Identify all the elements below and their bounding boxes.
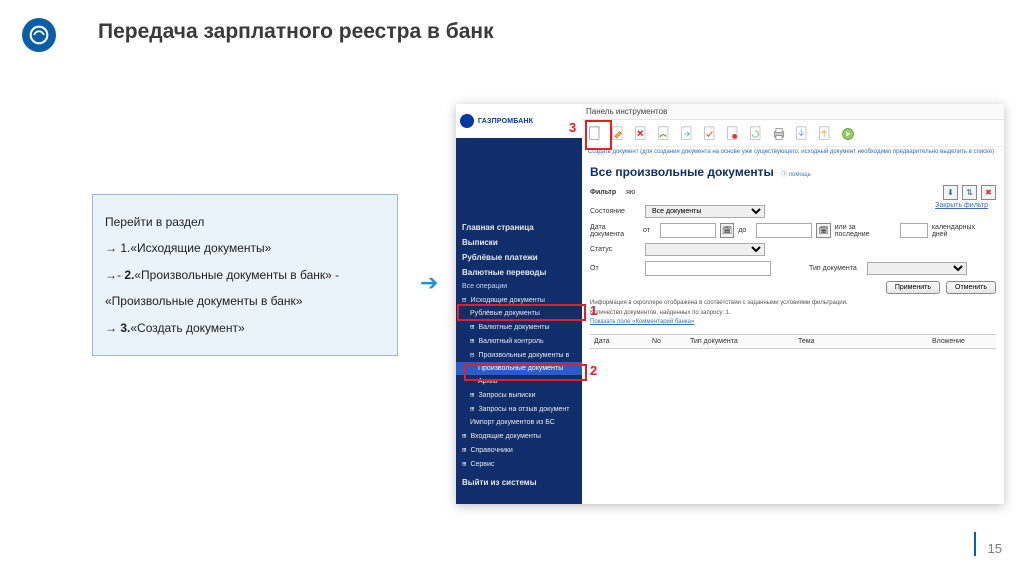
col-date[interactable]: Дата xyxy=(590,335,648,348)
date-to-picker-icon[interactable]: 🗓 xyxy=(816,223,830,238)
nav-archive[interactable]: Архив xyxy=(456,375,582,388)
nav-statements[interactable]: Выписки xyxy=(456,235,582,250)
from-label: От xyxy=(590,265,635,272)
app-screenshot: ГАЗПРОМБАНК Главная страница Выписки Руб… xyxy=(456,104,1004,504)
filter-name: яю xyxy=(626,189,656,196)
toolbar-edit-icon[interactable] xyxy=(609,124,626,144)
nav-refs[interactable]: Справочники xyxy=(456,443,582,457)
show-comment-link[interactable]: Показать поле «Комментарий банка» xyxy=(590,319,694,325)
toolbar-check-icon[interactable] xyxy=(701,124,718,144)
instruction-intro: Перейти в раздел xyxy=(105,209,385,235)
nav-req-statements[interactable]: Запросы выписки xyxy=(456,388,582,402)
filter-label: Фильтр xyxy=(590,189,616,196)
doctype-select[interactable] xyxy=(867,262,967,275)
toolbar xyxy=(582,120,1004,147)
doctype-label: Тип документа xyxy=(809,265,857,272)
cancel-button[interactable]: Отменить xyxy=(946,281,996,294)
nav-logout[interactable]: Выйти из системы xyxy=(456,475,582,490)
toolbar-new-icon[interactable] xyxy=(586,124,603,144)
page-number: 15 xyxy=(988,541,1002,556)
footer-accent xyxy=(974,532,976,556)
status-label: Статус xyxy=(590,246,635,253)
close-filter-link[interactable]: Закрыть фильтр xyxy=(935,202,988,209)
from-input[interactable] xyxy=(645,261,771,276)
pointer-arrow-icon: ➔ xyxy=(420,270,438,296)
nav-fx-docs[interactable]: Валютные документы xyxy=(456,320,582,334)
nav-service[interactable]: Сервис xyxy=(456,457,582,471)
col-subject[interactable]: Тема xyxy=(794,335,928,348)
filter-clear-icon[interactable]: ✖ xyxy=(981,185,996,200)
nav-rub-payments[interactable]: Рублёвые платежи xyxy=(456,250,582,265)
content-header: Все произвольные документы xyxy=(590,165,774,179)
slide-logo xyxy=(22,18,56,52)
date-to-label: до xyxy=(738,227,746,234)
status-select[interactable] xyxy=(645,243,765,256)
date-days-suffix: календарных дней xyxy=(932,224,990,238)
date-to-input[interactable] xyxy=(756,223,812,238)
info-filter-text: Информация в скроллере отображена в соот… xyxy=(590,299,996,309)
table-header: Дата No Тип документа Тема Вложение xyxy=(590,334,996,349)
date-label: Дата документа xyxy=(590,224,633,238)
content-area: Панель инструментов Создать документ (дл… xyxy=(582,104,1004,504)
help-link[interactable]: Ⓘ помощь xyxy=(781,172,811,178)
date-from-picker-icon[interactable]: 🗓 xyxy=(720,223,734,238)
toolbar-refresh-icon[interactable] xyxy=(747,124,764,144)
panel-title: Панель инструментов xyxy=(582,104,1004,120)
nav-all-operations[interactable]: Все операции xyxy=(456,280,582,293)
nav-fx-ctrl[interactable]: Валютный контроль xyxy=(456,334,582,348)
filter-manage-icon[interactable]: ⇅ xyxy=(962,185,977,200)
date-from-input[interactable] xyxy=(660,223,716,238)
slide-title: Передача зарплатного реестра в банк xyxy=(98,20,494,44)
instruction-step-2-sub: «Произвольные документы в банк» xyxy=(105,288,385,314)
nav-outgoing[interactable]: Исходящие документы xyxy=(456,293,582,307)
bank-logo-icon xyxy=(460,114,474,128)
toolbar-send-icon[interactable] xyxy=(678,124,695,144)
date-alt-label: или за последние xyxy=(835,224,890,238)
callout-num-1: 1 xyxy=(590,303,597,318)
state-label: Состояние xyxy=(590,208,635,215)
bank-name: ГАЗПРОМБАНК xyxy=(478,118,533,125)
instruction-box: Перейти в раздел → 1.«Исходящие документ… xyxy=(92,194,398,356)
callout-num-2: 2 xyxy=(590,363,597,378)
nav-rub-docs[interactable]: Рублёвые документы xyxy=(456,307,582,320)
toolbar-unsign-icon[interactable] xyxy=(724,124,741,144)
nav-arbitrary-bank[interactable]: Произвольные документы в xyxy=(456,348,582,362)
date-from-label: от xyxy=(643,227,650,234)
filter-save-icon[interactable]: ⬇ xyxy=(943,185,958,200)
toolbar-print-icon[interactable] xyxy=(770,124,787,144)
nav-req-recall[interactable]: Запросы на отзыв документ xyxy=(456,402,582,416)
info-count-text: Количество документов, найденных по запр… xyxy=(590,309,996,319)
nav-arbitrary-docs[interactable]: Произвольные документы xyxy=(456,362,582,375)
nav-import[interactable]: Импорт документов из БС xyxy=(456,416,582,429)
toolbar-export-icon[interactable] xyxy=(793,124,810,144)
sidebar: ГАЗПРОМБАНК Главная страница Выписки Руб… xyxy=(456,104,582,504)
instruction-step-2: →- 2.«Произвольные документы в банк» - xyxy=(105,262,385,288)
nav-incoming[interactable]: Входящие документы xyxy=(456,429,582,443)
state-select[interactable]: Все документы xyxy=(645,205,765,218)
col-no[interactable]: No xyxy=(648,335,686,348)
apply-button[interactable]: Применить xyxy=(886,281,940,294)
instruction-step-3: → 3.«Создать документ» xyxy=(105,315,385,341)
toolbar-hint: Создать документ (для создания документа… xyxy=(582,147,1004,159)
date-days-input[interactable] xyxy=(900,223,928,238)
bank-brand: ГАЗПРОМБАНК xyxy=(456,104,582,138)
toolbar-run-icon[interactable] xyxy=(839,124,856,144)
nav-home[interactable]: Главная страница xyxy=(456,220,582,235)
nav-fx-transfers[interactable]: Валютные переводы xyxy=(456,265,582,280)
toolbar-sign-icon[interactable] xyxy=(655,124,672,144)
toolbar-import-icon[interactable] xyxy=(816,124,833,144)
col-type[interactable]: Тип документа xyxy=(686,335,794,348)
instruction-step-1: → 1.«Исходящие документы» xyxy=(105,235,385,261)
toolbar-delete-icon[interactable] xyxy=(632,124,649,144)
col-attach[interactable]: Вложение xyxy=(928,335,996,348)
callout-num-3: 3 xyxy=(569,120,576,135)
